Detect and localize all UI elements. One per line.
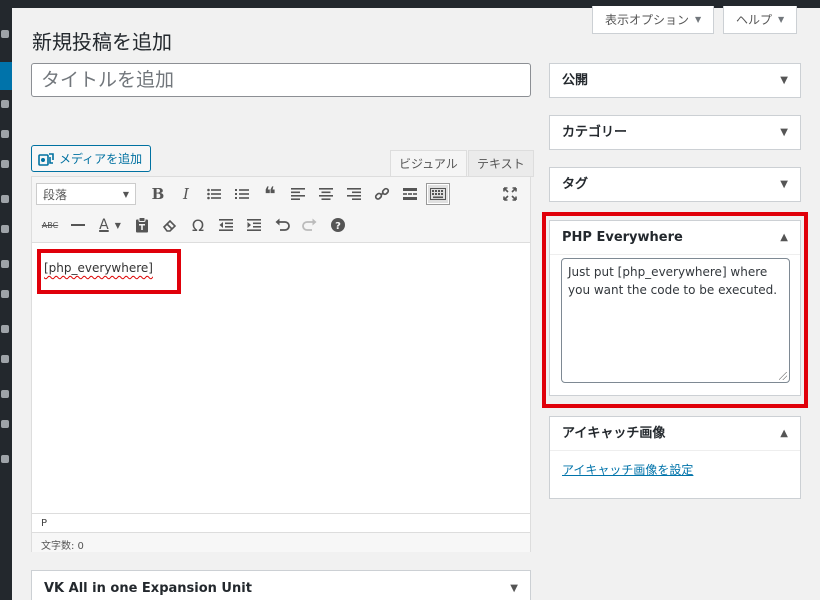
align-left-icon[interactable] (284, 181, 312, 207)
redo-icon[interactable] (296, 212, 324, 238)
admin-sidebar-menu[interactable] (0, 0, 12, 600)
tags-box-header[interactable]: タグ ▼ (550, 168, 800, 202)
menu-item-icon[interactable] (1, 160, 9, 168)
toolbar-row-2: ABC A ▼ Ω ? (36, 211, 352, 239)
menu-item-icon[interactable] (1, 100, 9, 108)
help-icon[interactable]: ? (324, 212, 352, 238)
menu-item-icon[interactable] (1, 420, 9, 428)
caret-down-icon: ▼ (778, 14, 785, 24)
toolbar-row-1: 段落 ▼ B I ❝ (36, 180, 452, 208)
caret-down-icon: ▼ (780, 75, 788, 86)
text-color-icon[interactable]: A ▼ (92, 212, 128, 238)
help-button[interactable]: ヘルプ ▼ (723, 6, 798, 34)
bold-icon[interactable]: B (144, 181, 172, 207)
post-editor: 段落 ▼ B I ❝ ABC A ▼ Ω ? [php_everywhere] … (31, 176, 531, 552)
blockquote-icon[interactable]: ❝ (256, 181, 284, 207)
fullscreen-icon[interactable] (498, 183, 522, 205)
menu-item-icon[interactable] (1, 290, 9, 298)
featured-image-box: アイキャッチ画像 ▲ アイキャッチ画像を設定 (549, 416, 801, 499)
read-more-icon[interactable] (396, 181, 424, 207)
clear-formatting-icon[interactable] (156, 212, 184, 238)
numbered-list-icon[interactable] (228, 181, 256, 207)
caret-down-icon: ▼ (780, 179, 788, 190)
menu-item-icon[interactable] (1, 390, 9, 398)
vk-expansion-metabox[interactable]: VK All in one Expansion Unit ▼ (31, 570, 531, 600)
tab-text[interactable]: テキスト (468, 150, 534, 177)
caret-down-icon: ▼ (780, 127, 788, 138)
categories-box[interactable]: カテゴリー ▼ (549, 115, 801, 150)
screen-options-button[interactable]: 表示オプション ▼ (592, 6, 715, 34)
horizontal-rule-icon[interactable] (64, 212, 92, 238)
menu-item-icon[interactable] (1, 130, 9, 138)
page-title: 新規投稿を追加 (32, 30, 172, 54)
add-media-button[interactable]: メディアを追加 (31, 145, 152, 172)
admin-menu-active-item[interactable] (0, 62, 12, 90)
paste-as-text-icon[interactable] (128, 212, 156, 238)
publish-box-header[interactable]: 公開 ▼ (550, 64, 800, 98)
tags-box[interactable]: タグ ▼ (549, 167, 801, 202)
format-select[interactable]: 段落 ▼ (36, 183, 136, 205)
link-icon[interactable] (368, 181, 396, 207)
featured-image-box-header[interactable]: アイキャッチ画像 ▲ (550, 417, 800, 451)
italic-icon[interactable]: I (172, 181, 200, 207)
bulleted-list-icon[interactable] (200, 181, 228, 207)
post-title-input[interactable]: タイトルを追加 (31, 63, 531, 97)
strikethrough-icon[interactable]: ABC (36, 212, 64, 238)
caret-up-icon: ▲ (780, 428, 788, 439)
highlight-box-shortcode (37, 249, 181, 294)
special-character-icon[interactable]: Ω (184, 212, 212, 238)
media-icon (38, 152, 54, 166)
menu-item-icon[interactable] (1, 225, 9, 233)
caret-down-icon: ▼ (122, 189, 129, 199)
svg-text:?: ? (335, 221, 341, 232)
dashboard-icon[interactable] (1, 30, 9, 38)
editor-toolbar: 段落 ▼ B I ❝ ABC A ▼ Ω ? (32, 177, 530, 243)
toolbar-toggle-icon[interactable] (426, 183, 450, 205)
menu-item-icon[interactable] (1, 260, 9, 268)
menu-item-icon[interactable] (1, 355, 9, 363)
undo-icon[interactable] (268, 212, 296, 238)
categories-box-header[interactable]: カテゴリー ▼ (550, 116, 800, 150)
element-path[interactable]: P (32, 513, 530, 533)
align-right-icon[interactable] (340, 181, 368, 207)
tab-visual[interactable]: ビジュアル (390, 150, 467, 177)
menu-item-icon[interactable] (1, 455, 9, 463)
caret-down-icon: ▼ (114, 220, 121, 230)
publish-box[interactable]: 公開 ▼ (549, 63, 801, 98)
menu-item-icon[interactable] (1, 325, 9, 333)
menu-item-icon[interactable] (1, 195, 9, 203)
caret-down-icon: ▼ (510, 583, 518, 594)
word-count: 文字数: 0 (32, 532, 530, 552)
outdent-icon[interactable] (212, 212, 240, 238)
set-featured-image-link[interactable]: アイキャッチ画像を設定 (562, 461, 693, 478)
indent-icon[interactable] (240, 212, 268, 238)
caret-down-icon: ▼ (695, 14, 702, 24)
align-center-icon[interactable] (312, 181, 340, 207)
highlight-box-php-everywhere (542, 212, 808, 408)
